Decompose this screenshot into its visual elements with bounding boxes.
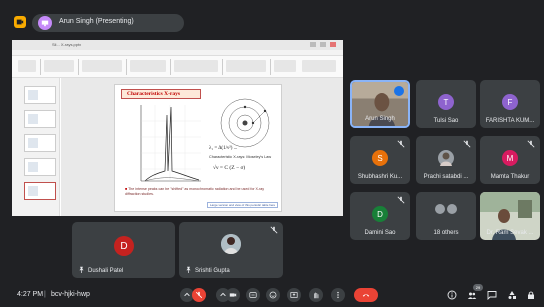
chevron-up-icon (184, 292, 190, 297)
participant-tile[interactable]: Srishti Gupta (179, 222, 283, 278)
more-options-button[interactable] (331, 288, 345, 302)
avatar-photo (438, 150, 454, 166)
bottom-bar: 4:27 PM | bcv-hjki-hwp 29 (0, 281, 544, 307)
chat-button[interactable] (486, 289, 498, 301)
host-controls-button[interactable] (525, 289, 537, 301)
slide-link[interactable]: Large version and view of this periodic … (207, 202, 279, 208)
participant-tile[interactable]: T Tulsi Sao (416, 80, 476, 128)
participant-tile-arun-singh[interactable]: Arun Singh (350, 80, 410, 128)
speaking-indicator-icon (394, 86, 404, 96)
avatar: M (502, 150, 518, 166)
slide-thumbnail[interactable] (24, 134, 56, 152)
participant-tile[interactable]: D Damini Sao (350, 192, 410, 240)
present-button[interactable] (287, 288, 301, 302)
participant-name: FARISHTA KUM... (485, 118, 535, 124)
camera-button[interactable] (226, 288, 240, 302)
activities-icon (508, 291, 516, 299)
pin-icon (79, 266, 84, 273)
participant-name: Srishti Gupta (195, 268, 230, 274)
microphone-off-icon (195, 291, 203, 299)
captions-icon (249, 292, 257, 298)
participant-name: Shubhashri Ku... (357, 174, 403, 180)
presenting-icon (38, 16, 52, 30)
avatar-photo (447, 204, 457, 214)
participant-name: Mamta Thakur (490, 174, 530, 180)
emoji-icon (269, 291, 277, 299)
slide-thumbnail[interactable] (24, 110, 56, 128)
slide-thumbnail-active[interactable] (24, 182, 56, 200)
close-icon (330, 42, 336, 47)
pin-icon (186, 266, 191, 273)
activities-button[interactable] (506, 289, 518, 301)
presenter-label: Arun Singh (Presenting) (59, 18, 134, 25)
participant-tile[interactable]: Dr. Ram Sevak ... (480, 192, 540, 240)
participant-tile[interactable]: Prachi satabdi ... (416, 136, 476, 184)
microphone-button[interactable] (192, 288, 206, 302)
meet-app-icon[interactable] (14, 16, 26, 28)
avatar-photo (221, 234, 241, 254)
presenter-pill[interactable]: Arun Singh (Presenting) (32, 14, 184, 32)
slide-thumbnails[interactable] (12, 78, 60, 216)
others-tile[interactable]: 18 others (416, 192, 476, 240)
separator: | (44, 291, 46, 298)
emoji-button[interactable] (266, 288, 280, 302)
minimize-icon (310, 42, 316, 47)
raise-hand-button[interactable] (309, 288, 323, 302)
end-call-icon (362, 294, 370, 297)
info-icon (447, 290, 457, 300)
mic-off-icon (397, 196, 405, 204)
slide-bullet-text: The intense peaks can be "shifted" as mo… (125, 187, 265, 196)
participant-count-badge: 29 (473, 284, 483, 291)
participant-name: Prachi satabdi ... (423, 174, 469, 180)
avatar: F (502, 94, 518, 110)
ppt-window-title: Sli... X-rays.pptx (52, 42, 82, 47)
moseley-formula: √ν = C (Z − σ) (213, 164, 245, 171)
slide-thumbnail[interactable] (24, 158, 56, 176)
current-slide: Characteristics X-rays λ₁ = Δ(1/ν²) ... … (114, 84, 282, 212)
top-bar: Arun Singh (Presenting) (0, 0, 544, 38)
participant-tile[interactable]: S Shubhashri Ku... (350, 136, 410, 184)
maximize-icon (320, 42, 326, 47)
captions-button[interactable] (246, 288, 260, 302)
mic-off-icon (397, 140, 405, 148)
participant-name: Damini Sao (364, 230, 396, 236)
participant-name: Tulsi Sao (433, 118, 459, 124)
meeting-info-button[interactable] (446, 289, 458, 301)
raise-hand-icon (314, 292, 319, 299)
ppt-toolbar (12, 56, 343, 78)
participant-name: Dushali Patel (88, 268, 124, 274)
participant-tile[interactable]: M Mamta Thakur (480, 136, 540, 184)
lock-icon (528, 291, 534, 299)
avatar: T (438, 94, 454, 110)
people-icon (467, 292, 477, 299)
avatar: D (114, 236, 134, 256)
more-icon (337, 291, 339, 299)
ppt-titlebar: Sli... X-rays.pptx (12, 40, 343, 50)
end-call-button[interactable] (354, 288, 378, 302)
others-count: 18 others (433, 230, 459, 236)
participant-name: Dr. Ram Sevak ... (486, 230, 534, 236)
slide-thumbnail[interactable] (24, 86, 56, 104)
slide-bullet: ■ The intense peaks can be "shifted" as … (125, 187, 275, 197)
present-icon (290, 292, 298, 298)
avatar: S (372, 150, 388, 166)
camera-icon (229, 293, 237, 297)
mic-off-icon (527, 140, 535, 148)
meeting-code[interactable]: bcv-hjki-hwp (51, 291, 90, 298)
clock: 4:27 PM (17, 291, 44, 298)
formula-lambda: λ₁ = Δ(1/ν²) ... (209, 145, 237, 151)
chat-icon (487, 291, 497, 300)
participant-name: Arun Singh (365, 116, 395, 122)
mic-off-icon (270, 226, 278, 234)
mic-off-icon (463, 140, 471, 148)
avatar-photo (435, 204, 445, 214)
moseley-law-label: Characteristic X-rays: Moseley's Law (209, 155, 272, 159)
participant-tile[interactable]: F FARISHTA KUM... (480, 80, 540, 128)
participant-tile[interactable]: D Dushali Patel (72, 222, 175, 278)
avatar: D (372, 206, 388, 222)
